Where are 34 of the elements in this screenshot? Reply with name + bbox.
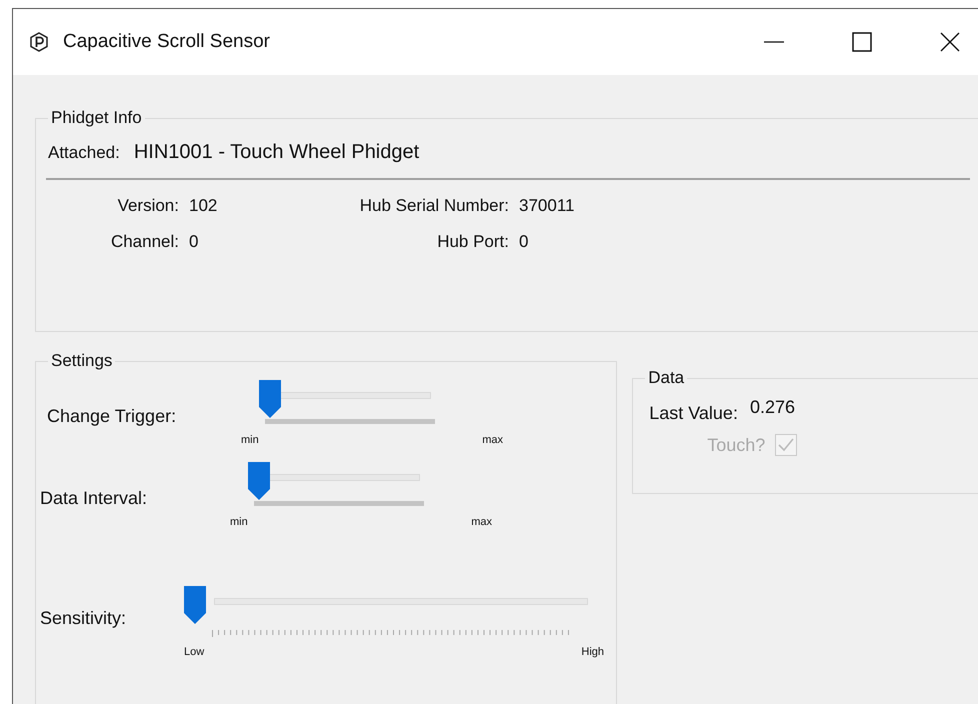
- field-value: 0: [518, 232, 530, 252]
- slider-label: Data Interval:: [40, 488, 148, 509]
- window-title: Capacitive Scroll Sensor: [63, 31, 270, 53]
- field-label: Channel:: [110, 232, 180, 252]
- slider-label: Change Trigger:: [47, 406, 176, 427]
- field-value: 370011: [518, 196, 576, 216]
- field-label: Version:: [116, 196, 180, 216]
- slider-thumb[interactable]: [184, 586, 206, 624]
- slider-min-label: Low: [184, 646, 204, 658]
- slider-thumb[interactable]: [248, 462, 270, 500]
- slider-min-label: min: [241, 434, 259, 446]
- attached-value: HIN1001 - Touch Wheel Phidget: [134, 141, 420, 164]
- slider-max-label: max: [471, 516, 492, 528]
- group-title: Phidget Info: [48, 108, 145, 128]
- attached-label: Attached:: [48, 143, 120, 163]
- slider[interactable]: Low High: [184, 584, 604, 664]
- slider-thumb[interactable]: [259, 380, 281, 418]
- slider-min-label: min: [230, 516, 248, 528]
- maximize-icon[interactable]: [852, 32, 872, 52]
- close-icon[interactable]: [940, 32, 960, 52]
- field-value: 0: [188, 232, 200, 252]
- field-label: Hub Serial Number:: [358, 196, 510, 216]
- slider[interactable]: min max: [230, 460, 492, 540]
- field-label: Hub Port:: [436, 232, 510, 252]
- slider-label: Sensitivity:: [40, 608, 126, 629]
- slider[interactable]: min max: [241, 378, 503, 458]
- last-value: 0.276: [750, 397, 795, 418]
- slider-max-label: max: [482, 434, 503, 446]
- last-value-label: Last Value:: [649, 403, 738, 424]
- touch-label: Touch?: [707, 434, 766, 456]
- group-title: Settings: [48, 351, 116, 371]
- app-logo-icon: [29, 32, 49, 52]
- field-value: 102: [188, 196, 218, 216]
- slider-max-label: High: [581, 646, 604, 658]
